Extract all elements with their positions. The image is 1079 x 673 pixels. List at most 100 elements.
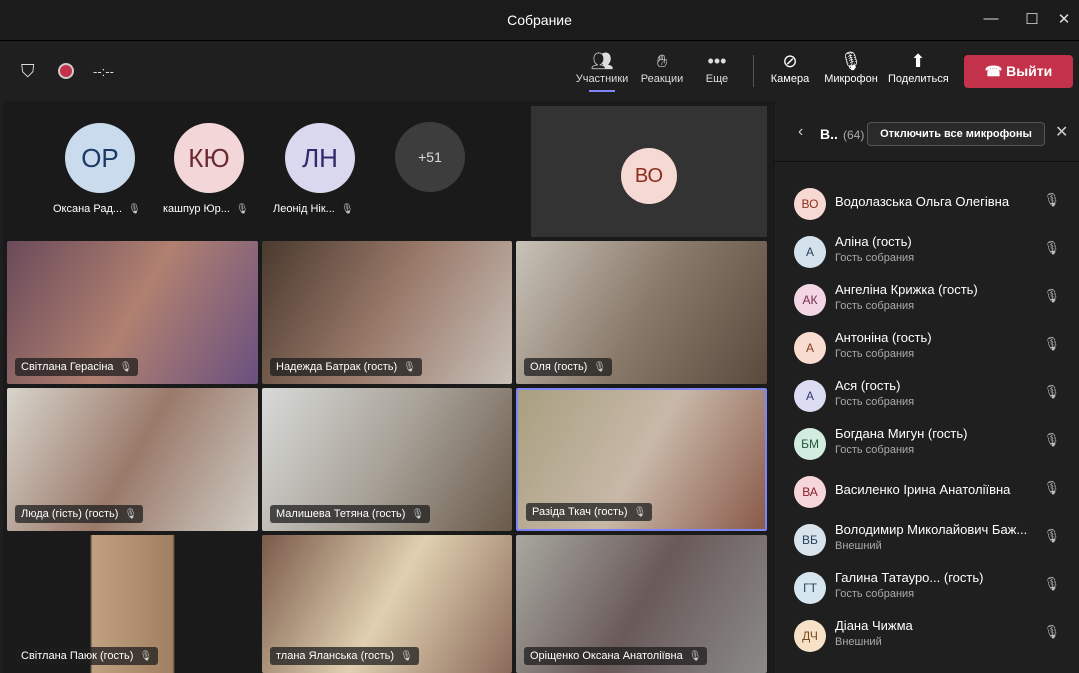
participant-list-item[interactable]: АК Ангеліна Крижка (гость) Гость собрани… (794, 280, 1074, 324)
microphone-button[interactable]: 🎙︎ Микрофон (823, 49, 879, 85)
participant-name: Ангеліна Крижка (гость) (835, 282, 978, 297)
video-tile[interactable]: Оріщенко Оксана Анатоліївна 🎙︎ (516, 535, 767, 673)
participant-role: Гость собрания (835, 588, 915, 600)
meeting-timer: --:-- (93, 64, 114, 79)
participant-role: Внешний (835, 540, 882, 552)
participant-list-item[interactable]: ВО Водолазська Ольга Олегівна 🎙︎ (794, 184, 1074, 228)
participant-list-item[interactable]: ВА Василенко Ірина Анатоліївна 🎙︎ (794, 472, 1074, 516)
participant-name: Аліна (гость) (835, 234, 912, 249)
avatar-name: кашпур Юр... 🎙︎ (163, 203, 249, 215)
avatar[interactable]: КЮ (174, 123, 244, 193)
leave-button[interactable]: ☎︎ Выйти (964, 55, 1073, 88)
avatar: ГТ (794, 572, 826, 604)
featured-tile[interactable]: ВО (531, 106, 767, 237)
participant-list-item[interactable]: А Ася (гость) Гость собрания 🎙︎ (794, 376, 1074, 420)
video-tile[interactable]: Люда (гість) (гость) 🎙︎ (7, 388, 258, 531)
participant-list-item[interactable]: А Аліна (гость) Гость собрания 🎙︎ (794, 232, 1074, 276)
mic-off-icon[interactable]: 🎙︎ (1043, 576, 1060, 592)
camera-button[interactable]: ⊘ Камера (770, 49, 810, 85)
avatar: АК (794, 284, 826, 316)
participant-name: Галина Татауро... (гость) (835, 570, 984, 585)
participant-list-item[interactable]: А Антоніна (гость) Гость собрания 🎙︎ (794, 328, 1074, 372)
close-panel-icon[interactable]: ✕ (1055, 122, 1068, 142)
title-bar: Собрание — ☐ ✕ (0, 0, 1079, 41)
recording-icon (58, 63, 74, 79)
participant-name: Богдана Мигун (гость) (835, 426, 968, 441)
more-button[interactable]: ••• Еще (703, 49, 731, 85)
avatar: ДЧ (794, 620, 826, 652)
mic-off-icon[interactable]: 🎙︎ (1043, 240, 1060, 256)
video-tile-active-speaker[interactable]: Разіда Ткач (гость) 🎙︎ (516, 388, 767, 531)
video-stage: ОР Оксана Рад... 🎙︎ КЮ кашпур Юр... 🎙︎ ЛН … (3, 101, 772, 673)
participants-button[interactable]: 👥︎ Участники (575, 49, 629, 92)
reactions-button[interactable]: ✋︎ Реакции (639, 49, 685, 85)
video-tile[interactable]: Надежда Батрак (гость) 🎙︎ (262, 241, 512, 384)
divider (774, 161, 1079, 162)
participant-role: Гость собрания (835, 444, 915, 456)
mic-off-icon: 🎙︎ (403, 362, 416, 373)
close-window-button[interactable]: ✕ (1054, 10, 1074, 30)
participant-list-item[interactable]: БМ Богдана Мигун (гость) Гость собрания … (794, 424, 1074, 468)
meeting-toolbar: ⛉ --:-- 👥︎ Участники ✋︎ Реакции ••• Еще ⊘ Ка… (3, 41, 1079, 101)
minimize-button[interactable]: — (981, 10, 1001, 30)
participant-name: Ася (гость) (835, 378, 901, 393)
divider (753, 55, 754, 87)
avatar: А (794, 332, 826, 364)
participant-list-item[interactable]: ВБ Володимир Миколайович Баж... Внешний … (794, 520, 1074, 564)
video-tile[interactable]: Світлана Герасіна 🎙︎ (7, 241, 258, 384)
share-icon: ⬆︎ (910, 51, 926, 71)
participant-role: Гость собрания (835, 396, 915, 408)
mic-off-icon: 🎙︎ (128, 204, 141, 215)
avatar: А (794, 236, 826, 268)
mic-off-icon: 🎙︎ (340, 204, 354, 215)
mic-off-icon: 🎙︎ (688, 651, 702, 662)
avatar: ВО (621, 148, 677, 204)
mute-all-button[interactable]: Отключить все микрофоны (867, 122, 1045, 146)
participant-role: Внешний (835, 636, 882, 648)
mic-off-icon: 🎙︎ (124, 509, 138, 520)
back-icon[interactable]: ‹ (798, 123, 803, 141)
mic-off-icon[interactable]: 🎙︎ (1043, 528, 1060, 544)
mic-off-icon: 🎙︎ (593, 362, 607, 373)
mic-off-icon: 🎙︎ (400, 651, 413, 662)
avatar: ВБ (794, 524, 826, 556)
participant-role: Гость собрания (835, 348, 915, 360)
camera-off-icon: ⊘ (782, 51, 798, 71)
video-tile[interactable]: Малишева Тетяна (гость) 🎙︎ (262, 388, 512, 531)
avatar[interactable]: ЛН (285, 123, 355, 193)
mic-off-icon[interactable]: 🎙︎ (1043, 432, 1060, 448)
mic-off-icon[interactable]: 🎙︎ (1043, 384, 1060, 400)
avatar: ВА (794, 476, 826, 508)
participant-name: Антоніна (гость) (835, 330, 932, 345)
overflow-participants[interactable]: +51 (395, 122, 465, 192)
video-tile[interactable]: Світлана Паюк (гость) 🎙︎ (7, 535, 258, 673)
avatar-name: Оксана Рад... 🎙︎ (53, 203, 141, 215)
video-tile[interactable]: Оля (гость) 🎙︎ (516, 241, 767, 384)
mic-off-icon[interactable]: 🎙︎ (1043, 480, 1060, 496)
mic-off-icon: 🎙︎ (139, 651, 153, 662)
participant-name: Василенко Ірина Анатоліївна (835, 482, 1011, 497)
mic-off-icon[interactable]: 🎙︎ (1043, 288, 1060, 304)
avatar: БМ (794, 428, 826, 460)
avatar: А (794, 380, 826, 412)
mic-off-icon: 🎙︎ (235, 204, 249, 215)
maximize-button[interactable]: ☐ (1022, 10, 1042, 30)
share-button[interactable]: ⬆︎ Поделиться (888, 49, 949, 85)
avatar: ВО (794, 188, 826, 220)
participant-list-item[interactable]: ГТ Галина Татауро... (гость) Гость собра… (794, 568, 1074, 612)
mic-off-icon[interactable]: 🎙︎ (1043, 192, 1060, 208)
mic-off-icon[interactable]: 🎙︎ (1043, 336, 1060, 352)
reaction-icon: ✋︎ (656, 51, 668, 71)
participant-name: Діана Чижма (835, 618, 913, 633)
more-icon: ••• (707, 51, 727, 71)
people-icon: 👥︎ (590, 51, 614, 71)
avatar[interactable]: ОР (65, 123, 135, 193)
participant-name: Володимир Миколайович Баж... (835, 522, 1028, 537)
participant-list-item[interactable]: ДЧ Діана Чижма Внешний 🎙︎ (794, 616, 1074, 660)
mic-off-icon[interactable]: 🎙︎ (1043, 624, 1060, 640)
shield-icon[interactable]: ⛉ (21, 61, 35, 82)
panel-title: В.. (820, 126, 838, 142)
participant-count: (64) (843, 128, 865, 142)
video-tile[interactable]: тлана Яланська (гость) 🎙︎ (262, 535, 512, 673)
participant-name: Водолазська Ольга Олегівна (835, 194, 1010, 209)
